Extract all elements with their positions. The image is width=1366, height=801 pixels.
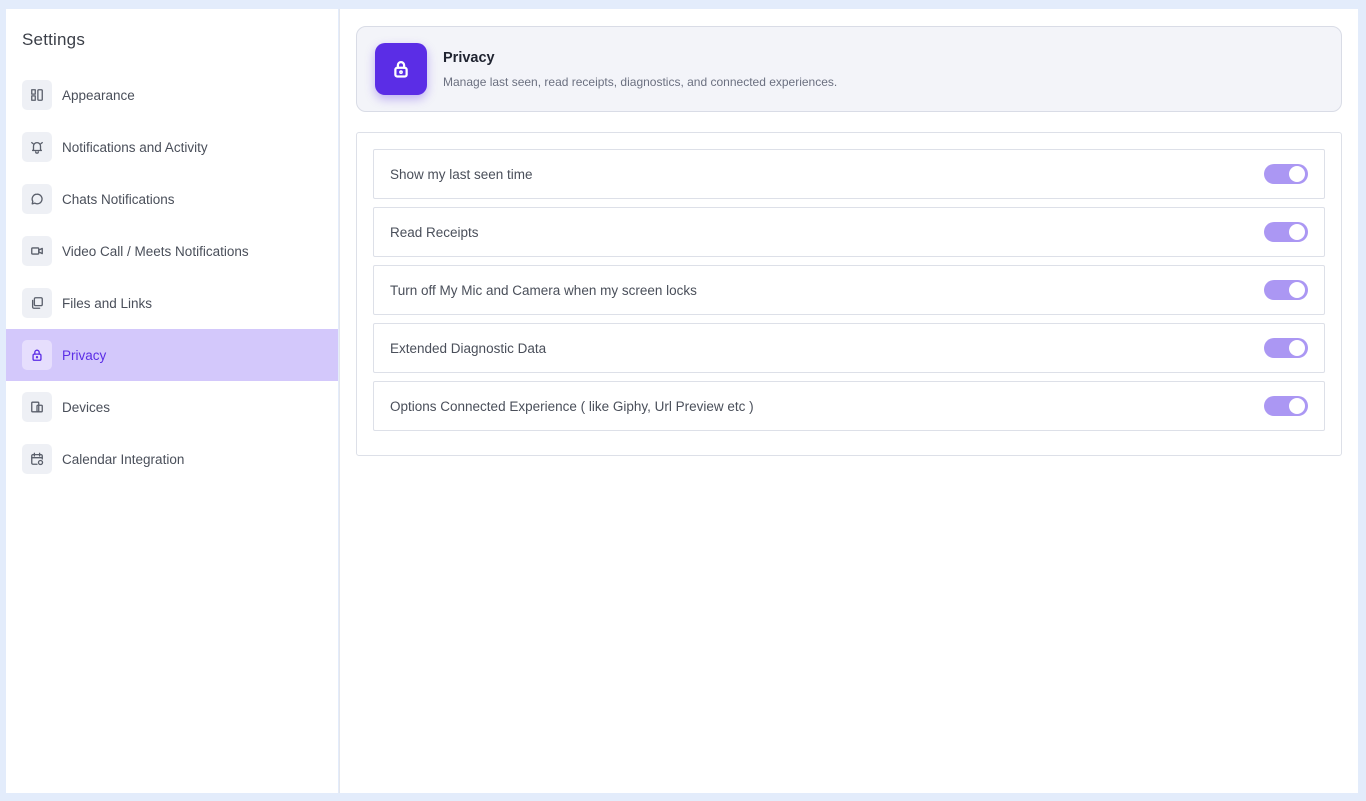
sidebar-item-calendar-integration[interactable]: Calendar Integration xyxy=(6,433,338,485)
toggle-knob xyxy=(1289,340,1305,356)
page-subtitle: Manage last seen, read receipts, diagnos… xyxy=(443,75,838,89)
devices-icon xyxy=(22,392,52,422)
layout-icon xyxy=(22,80,52,110)
sidebar-item-files-links[interactable]: Files and Links xyxy=(6,277,338,329)
page-title: Privacy xyxy=(443,50,495,66)
toggle-knob xyxy=(1289,166,1305,182)
setting-row-read-receipts: Read Receipts xyxy=(373,207,1325,257)
sidebar-item-label: Chats Notifications xyxy=(62,191,175,207)
sidebar-item-label: Calendar Integration xyxy=(62,451,185,467)
lock-icon xyxy=(375,43,427,95)
setting-row-last-seen: Show my last seen time xyxy=(373,149,1325,199)
section-header: Privacy Manage last seen, read receipts,… xyxy=(356,26,1342,112)
setting-label: Options Connected Experience ( like Giph… xyxy=(390,398,754,414)
sidebar-item-label: Files and Links xyxy=(62,295,153,311)
video-camera-icon xyxy=(22,236,52,266)
sidebar-item-label: Devices xyxy=(62,399,111,415)
sidebar-item-video-call[interactable]: Video Call / Meets Notifications xyxy=(6,225,338,277)
sidebar-item-label: Appearance xyxy=(62,87,135,103)
setting-row-mic-camera-lock: Turn off My Mic and Camera when my scree… xyxy=(373,265,1325,315)
setting-row-connected-experience: Options Connected Experience ( like Giph… xyxy=(373,381,1325,431)
last-seen-toggle[interactable] xyxy=(1264,164,1308,184)
setting-label: Show my last seen time xyxy=(390,166,533,182)
read-receipts-toggle[interactable] xyxy=(1264,222,1308,242)
diagnostic-data-toggle[interactable] xyxy=(1264,338,1308,358)
settings-sidebar: Settings Appearance Notifications and Ac… xyxy=(6,9,338,793)
sidebar-item-label: Notifications and Activity xyxy=(62,139,208,155)
sidebar-item-devices[interactable]: Devices xyxy=(6,381,338,433)
settings-nav: Appearance Notifications and Activity Ch… xyxy=(6,69,338,485)
sidebar-item-label: Video Call / Meets Notifications xyxy=(62,243,249,259)
sidebar-item-chats-notifications[interactable]: Chats Notifications xyxy=(6,173,338,225)
connected-experience-toggle[interactable] xyxy=(1264,396,1308,416)
calendar-icon xyxy=(22,444,52,474)
setting-row-diagnostic-data: Extended Diagnostic Data xyxy=(373,323,1325,373)
bell-icon xyxy=(22,132,52,162)
sidebar-item-label: Privacy xyxy=(62,347,107,363)
setting-label: Turn off My Mic and Camera when my scree… xyxy=(390,282,697,298)
privacy-settings-list: Show my last seen time Read Receipts Tur… xyxy=(356,132,1342,456)
sidebar-item-notifications-activity[interactable]: Notifications and Activity xyxy=(6,121,338,173)
toggle-knob xyxy=(1289,224,1305,240)
setting-label: Read Receipts xyxy=(390,224,479,240)
sidebar-title: Settings xyxy=(22,30,86,49)
setting-label: Extended Diagnostic Data xyxy=(390,340,547,356)
files-icon xyxy=(22,288,52,318)
mic-camera-lock-toggle[interactable] xyxy=(1264,280,1308,300)
sidebar-item-privacy[interactable]: Privacy xyxy=(6,329,338,381)
toggle-knob xyxy=(1289,398,1305,414)
sidebar-item-appearance[interactable]: Appearance xyxy=(6,69,338,121)
toggle-knob xyxy=(1289,282,1305,298)
lock-icon xyxy=(22,340,52,370)
chat-bubble-icon xyxy=(22,184,52,214)
settings-content: Privacy Manage last seen, read receipts,… xyxy=(339,9,1358,793)
